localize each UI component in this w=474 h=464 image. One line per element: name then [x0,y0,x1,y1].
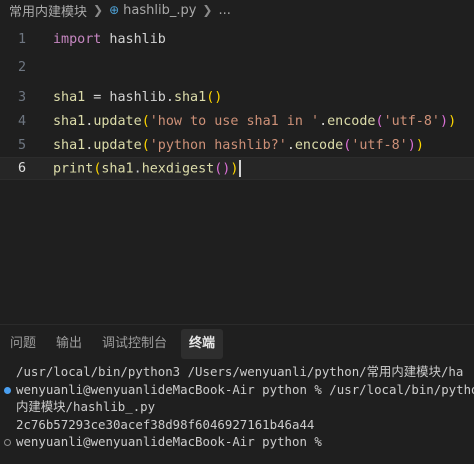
code-line[interactable]: 5 sha1.update('python hashlib?'.encode('u… [0,134,474,157]
panel-tab[interactable]: 终端 [181,329,224,359]
terminal-text: /usr/local/bin/python3 /Users/wenyuanli/… [16,364,464,379]
code-token: import [53,32,102,47]
code-token: . [286,138,295,153]
code-text: sha1.update('how to use sha1 in '.encode… [53,114,456,129]
panel-tab[interactable]: 输出 [56,329,82,359]
terminal-line: /usr/local/bin/python3 /Users/wenyuanli/… [0,363,474,381]
code-token: . [319,114,328,129]
terminal-line: 内建模块/hashlib_.py [0,398,474,416]
terminal-line: wenyuanli@wenyuanlideMacBook-Air python … [0,381,474,399]
code-editor[interactable]: 1 import hashlib 2 3 sha1 = hashlib.sha1() 4 s… [0,24,474,324]
code-text: import hashlib [53,32,166,47]
breadcrumb: 常用内建模块 ❯ ⊕ hashlib_.py ❯ ... [0,0,474,20]
code-token: 'utf-8' [383,114,440,129]
code-line[interactable]: 3 sha1 = hashlib.sha1() [0,86,474,109]
code-token: = hashlib. [85,90,174,105]
code-token: sha1 [101,161,134,177]
code-token: 'how to use sha1 in ' [149,114,320,129]
code-token: ) [448,114,457,129]
terminal-text: 内建模块/hashlib_.py [16,399,156,414]
line-number: 6 [17,161,26,176]
code-token: sha1 [173,90,207,105]
panel-tabs: 问题 输出 调试控制台 终端 [0,329,233,359]
code-token: ) [415,138,424,153]
line-number: 4 [17,114,26,129]
panel-tab[interactable]: 调试控制台 [102,329,167,359]
code-token: print [53,161,94,177]
line-number: 5 [17,138,26,153]
breadcrumb-folder[interactable]: 常用内建模块 [9,1,87,20]
code-token: . [133,161,142,177]
code-token: update [93,114,142,129]
code-line[interactable]: 6 print(sha1.hexdigest()) [0,157,474,180]
code-token: ( [141,138,150,153]
terminal-text: 2c76b57293ce30acef38d98f6046927161b46a44 [16,416,315,432]
terminal-text: wenyuanli@wenyuanlideMacBook-Air python … [16,434,322,449]
code-token: ( [375,114,384,129]
code-token: hashlib [101,32,166,47]
line-number: 2 [17,60,26,75]
code-token: sha1 [53,138,86,153]
code-token: sha1 [53,90,86,105]
terminal-line: wenyuanli@wenyuanlideMacBook-Air python … [0,433,474,451]
chevron-right-icon: ❯ [202,3,213,17]
code-token: ) [407,138,416,153]
chevron-right-icon: ❯ [93,3,104,17]
code-token: encode [327,114,376,129]
code-token: ) [230,161,239,177]
bottom-panel: 问题 输出 调试控制台 终端 /usr/local/bin/python3 /User… [0,324,474,464]
code-token: () [206,90,223,105]
code-text: sha1.update('python hashlib?'.encode('ut… [53,138,424,153]
code-token: hexdigest [141,161,215,177]
breadcrumb-file[interactable]: hashlib_.py [123,3,196,18]
python-file-icon: ⊕ [109,3,120,17]
command-status-dot-icon[interactable] [4,386,11,394]
command-status-dot-icon[interactable] [4,439,11,446]
code-token: ) [440,114,449,129]
code-token: () [214,161,231,177]
code-line[interactable]: 2 [0,56,474,79]
panel-tab[interactable]: 问题 [10,329,36,359]
terminal-output[interactable]: /usr/local/bin/python3 /Users/wenyuanli/… [0,363,474,451]
code-token: 'python hashlib?' [149,138,287,153]
code-text: sha1 = hashlib.sha1() [53,90,222,105]
code-token: ( [141,114,150,129]
code-line[interactable]: 4 sha1.update('how to use sha1 in '.encod… [0,110,474,133]
terminal-line: 2c76b57293ce30acef38d98f6046927161b46a44 [0,416,474,434]
terminal-text: wenyuanli@wenyuanlideMacBook-Air python … [16,381,474,397]
code-token: encode [294,138,344,153]
code-line[interactable]: 1 import hashlib [0,28,474,51]
line-number: 1 [17,32,26,47]
code-text: print(sha1.hexdigest()) [53,160,242,177]
line-number: 3 [17,90,26,105]
code-token: sha1 [53,114,86,129]
code-token: 'utf-8' [351,138,408,153]
code-token: update [93,138,142,153]
text-cursor [239,160,242,177]
breadcrumb-more[interactable]: ... [218,3,230,18]
